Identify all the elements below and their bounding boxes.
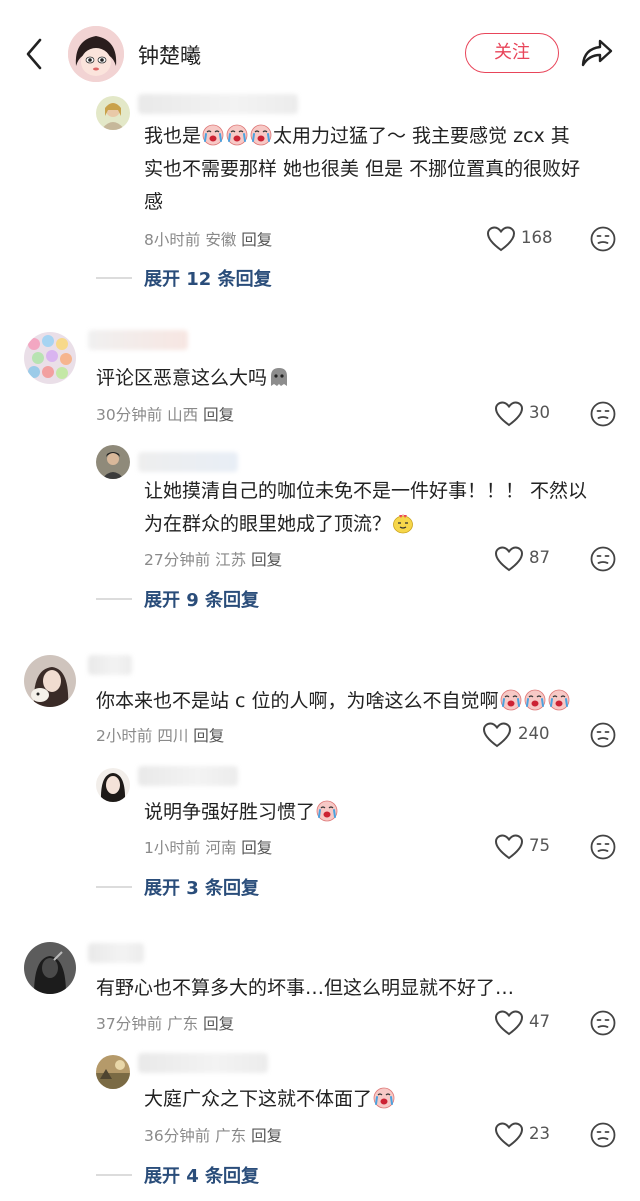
dislike-face-icon[interactable] — [590, 1122, 616, 1148]
comment-text: 大庭广众之下这就不体面了 — [144, 1083, 396, 1116]
reply-button[interactable]: 回复 — [241, 839, 272, 857]
share-icon[interactable] — [580, 38, 614, 68]
crying-face-emoji — [548, 689, 570, 711]
comment-meta: 8小时前 安徽 回复 — [144, 231, 273, 249]
avatar[interactable] — [24, 655, 76, 707]
comment-meta: 2小时前 四川 回复 — [96, 727, 225, 745]
comment-text: 有野心也不算多大的坏事…但这么明显就不好了… — [96, 977, 515, 999]
username-blurred[interactable] — [88, 943, 144, 963]
like-count: 23 — [529, 1124, 550, 1143]
reply-button[interactable]: 回复 — [203, 406, 234, 424]
comment-meta: 37分钟前 广东 回复 — [96, 1015, 235, 1033]
expand-replies-button[interactable]: 展开 12 条回复 — [144, 265, 272, 291]
dislike-face-icon[interactable] — [590, 834, 616, 860]
username-blurred[interactable] — [88, 655, 132, 675]
avatar[interactable] — [24, 942, 76, 994]
avatar[interactable] — [96, 1055, 130, 1089]
divider — [96, 1174, 132, 1176]
reply-button[interactable]: 回复 — [241, 231, 272, 249]
avatar[interactable] — [24, 332, 76, 384]
username-blurred[interactable] — [138, 1053, 268, 1073]
profile-avatar[interactable] — [68, 26, 124, 82]
username-blurred[interactable] — [138, 94, 298, 114]
like-count: 47 — [529, 1012, 550, 1031]
divider — [96, 277, 132, 279]
comment-meta: 36分钟前 广东 回复 — [144, 1127, 283, 1145]
heart-icon[interactable] — [482, 722, 512, 748]
like-count: 168 — [521, 228, 553, 247]
comment-text: 评论区恶意这么大吗 — [96, 362, 291, 395]
reply-button[interactable]: 回复 — [203, 1015, 234, 1033]
comment-text: 让她摸清自己的咖位未免不是一件好事！！！ 不然以 为在群众的眼里她成了顶流？ — [144, 480, 588, 535]
comment-meta: 1小时前 河南 回复 — [144, 839, 273, 857]
crying-face-emoji — [524, 689, 546, 711]
avatar[interactable] — [96, 96, 130, 130]
crying-face-emoji — [202, 124, 224, 146]
smug-face-emoji — [392, 512, 414, 534]
comment-text: 说明争强好胜习惯了 — [144, 796, 339, 829]
like-count: 240 — [518, 724, 550, 743]
expand-replies-button[interactable]: 展开 9 条回复 — [144, 586, 259, 612]
avatar[interactable] — [96, 445, 130, 479]
username-blurred[interactable] — [88, 330, 188, 350]
reply-button[interactable]: 回复 — [193, 727, 224, 745]
comment-meta: 27分钟前 江苏 回复 — [144, 551, 283, 569]
dislike-face-icon[interactable] — [590, 722, 616, 748]
heart-icon[interactable] — [494, 834, 524, 860]
dislike-face-icon[interactable] — [590, 546, 616, 572]
dislike-face-icon[interactable] — [590, 226, 616, 252]
divider — [96, 598, 132, 600]
like-count: 30 — [529, 403, 550, 422]
heart-icon[interactable] — [494, 1122, 524, 1148]
reply-button[interactable]: 回复 — [251, 551, 282, 569]
back-arrow-icon[interactable] — [22, 36, 50, 72]
crying-face-emoji — [250, 124, 272, 146]
username-blurred[interactable] — [138, 766, 238, 786]
comment-text: 你本来也不是站 c 位的人啊，为啥这么不自觉啊 — [96, 685, 571, 718]
like-count: 87 — [529, 548, 550, 567]
username-blurred[interactable] — [138, 452, 238, 472]
dislike-face-icon[interactable] — [590, 1010, 616, 1036]
ghost-emoji — [268, 366, 290, 388]
heart-icon[interactable] — [486, 226, 516, 252]
comment-meta: 30分钟前 山西 回复 — [96, 406, 235, 424]
crying-face-emoji — [373, 1087, 395, 1109]
avatar[interactable] — [96, 768, 130, 802]
heart-icon[interactable] — [494, 401, 524, 427]
profile-name[interactable]: 钟楚曦 — [138, 40, 201, 70]
follow-button[interactable]: 关注 — [465, 33, 559, 73]
crying-face-emoji — [500, 689, 522, 711]
divider — [96, 886, 132, 888]
heart-icon[interactable] — [494, 546, 524, 572]
expand-replies-button[interactable]: 展开 4 条回复 — [144, 1162, 259, 1188]
dislike-face-icon[interactable] — [590, 401, 616, 427]
crying-face-emoji — [226, 124, 248, 146]
like-count: 75 — [529, 836, 550, 855]
comment-text: 我也是 太用力过猛了～ 我主要感觉 zcx 其 实也不需要那样 她也很美 但是 不… — [144, 124, 581, 213]
reply-button[interactable]: 回复 — [251, 1127, 282, 1145]
crying-face-emoji — [316, 800, 338, 822]
expand-replies-button[interactable]: 展开 3 条回复 — [144, 874, 259, 900]
top-bar: 钟楚曦 关注 — [0, 0, 640, 92]
heart-icon[interactable] — [494, 1010, 524, 1036]
